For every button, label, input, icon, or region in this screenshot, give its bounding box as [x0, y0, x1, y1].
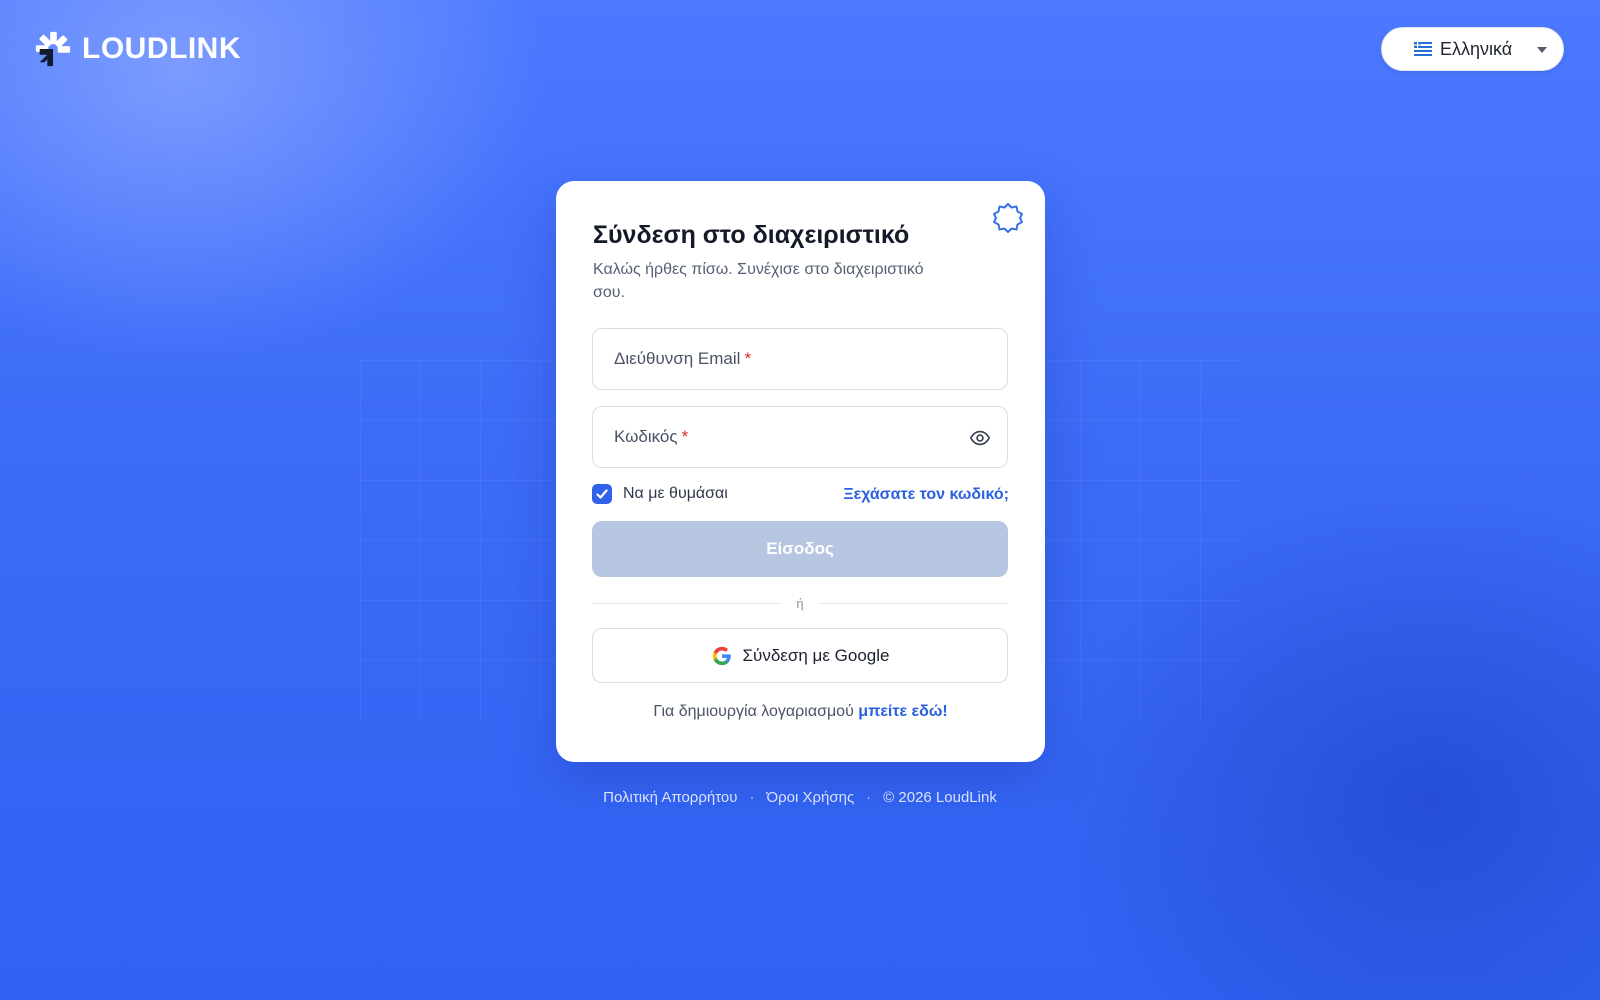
- terms-link[interactable]: Όροι Χρήσης: [766, 789, 854, 806]
- badge-gear-icon: [993, 203, 1023, 233]
- email-label: Διεύθυνση Email: [614, 349, 741, 368]
- email-field[interactable]: Διεύθυνση Email *: [592, 328, 1008, 390]
- show-password-eye-icon[interactable]: [969, 427, 991, 449]
- login-card: Σύνδεση στο διαχειριστικό Καλώς ήρθες πί…: [556, 181, 1045, 762]
- language-label: Ελληνικά: [1440, 38, 1513, 59]
- page-subtitle: Καλώς ήρθες πίσω. Συνέχισε στο διαχειρισ…: [593, 261, 924, 301]
- loudlink-logo-icon: [35, 31, 71, 67]
- login-button[interactable]: Είσοδος: [592, 521, 1008, 577]
- language-select[interactable]: Ελληνικά: [1381, 27, 1564, 71]
- google-signin-button[interactable]: Σύνδεση με Google: [592, 628, 1008, 683]
- footer-separator: ·: [866, 789, 872, 806]
- footer: Πολιτική Απορρήτου · Όροι Χρήσης · © 202…: [0, 789, 1600, 806]
- signup-prompt: Για δημιουργία λογαριασμού: [653, 703, 854, 720]
- remember-me-label: Να με θυμάσαι: [623, 485, 728, 502]
- greek-flag-icon: [1414, 42, 1432, 56]
- check-icon: [596, 489, 608, 499]
- signup-link[interactable]: μπείτε εδώ!: [858, 703, 947, 720]
- google-signin-label: Σύνδεση με Google: [742, 645, 890, 665]
- page-title: Σύνδεση στο διαχειριστικό: [593, 221, 910, 249]
- copyright: © 2026 LoudLink: [883, 789, 997, 806]
- remember-me-checkbox[interactable]: [592, 484, 612, 504]
- required-marker: *: [744, 349, 752, 368]
- password-field[interactable]: Κωδικός *: [592, 406, 1008, 468]
- or-divider: ή: [592, 593, 1009, 613]
- chevron-down-icon: [1537, 47, 1547, 53]
- forgot-password-link[interactable]: Ξεχάσατε τον κωδικό;: [843, 486, 1009, 504]
- divider-line: [592, 602, 781, 604]
- remember-me[interactable]: Να με θυμάσαι: [592, 484, 728, 504]
- brand-name: LOUDLINK: [82, 32, 241, 65]
- required-marker: *: [681, 427, 689, 446]
- google-icon: [712, 646, 731, 665]
- divider-line: [819, 602, 1009, 604]
- footer-separator: ·: [749, 789, 755, 806]
- brand[interactable]: LOUDLINK: [34, 30, 241, 68]
- password-label: Κωδικός: [614, 427, 678, 446]
- privacy-policy-link[interactable]: Πολιτική Απορρήτου: [603, 789, 737, 806]
- signup-row: Για δημιουργία λογαριασμού μπείτε εδώ!: [556, 703, 1045, 721]
- divider-text: ή: [796, 595, 804, 611]
